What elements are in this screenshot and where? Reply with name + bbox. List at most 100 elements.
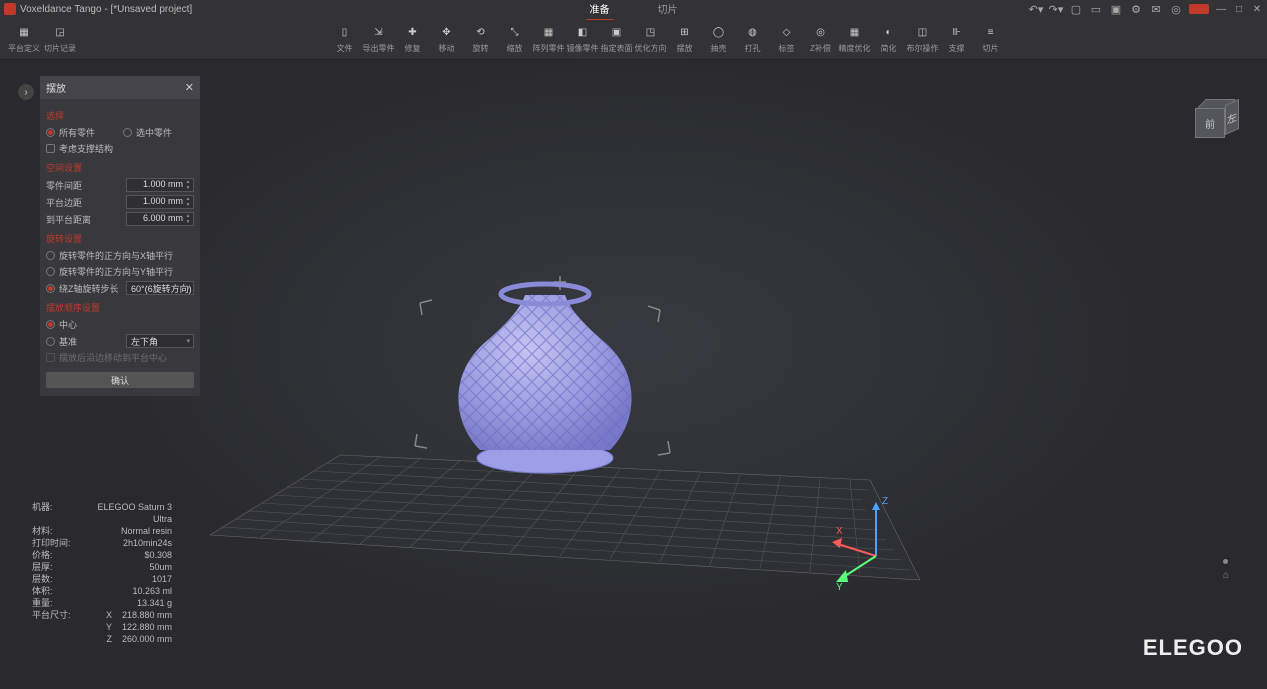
radio-all-parts[interactable]	[46, 128, 55, 137]
redo-icon[interactable]: ↷▾	[1049, 2, 1063, 16]
section-select: 选择	[46, 109, 194, 122]
hollow-icon: ◯	[710, 23, 728, 41]
tool-mirror[interactable]: ◧镜像零件	[567, 20, 599, 58]
settings-icon[interactable]: ⚙	[1129, 2, 1143, 16]
tool-boolean[interactable]: ◫布尔操作	[907, 20, 939, 58]
check-move-after	[46, 353, 55, 362]
input-edge-margin[interactable]: 1.000 mm▲▼	[126, 195, 194, 209]
platform-icon: ▦	[15, 23, 33, 41]
label-icon: ◇	[778, 23, 796, 41]
tool-label[interactable]: ◇标签	[771, 20, 803, 58]
app-title: Voxeldance Tango - [*Unsaved project]	[20, 4, 192, 15]
pack-panel: 摆放 ✕ 选择 所有零件 选中零件 考虑支撑结构 空间设置 零件间距1.000 …	[40, 76, 200, 396]
tool-optimize[interactable]: ◳优化方向	[635, 20, 667, 58]
toolbar-left: ▦平台定义 ◲切片记录	[8, 20, 76, 58]
expand-sidebar-button[interactable]: ›	[18, 84, 34, 100]
check-consider-support[interactable]	[46, 144, 55, 153]
tool-scale[interactable]: ⤡缩放	[499, 20, 531, 58]
tool-hole[interactable]: ◍打孔	[737, 20, 769, 58]
radio-rot-x[interactable]	[46, 251, 55, 260]
radio-order-ref[interactable]	[46, 337, 55, 346]
tool-slice-record[interactable]: ◲切片记录	[44, 20, 76, 58]
slice-icon: ≡	[982, 23, 1000, 41]
view-side-controls: ⌂	[1223, 559, 1229, 581]
info-block: 机器:ELEGOO Saturn 3 Ultra 材料:Normal resin…	[32, 501, 172, 645]
rotate-icon: ⟲	[472, 23, 490, 41]
panel-header: 摆放 ✕	[40, 76, 200, 99]
tool-rotate[interactable]: ⟲旋转	[465, 20, 497, 58]
tool-platform-def[interactable]: ▦平台定义	[8, 20, 40, 58]
tool-support[interactable]: ⊪支撑	[941, 20, 973, 58]
radio-order-center[interactable]	[46, 320, 55, 329]
hole-icon: ◍	[744, 23, 762, 41]
chat-icon[interactable]: ✉	[1149, 2, 1163, 16]
radio-selected-parts[interactable]	[123, 128, 132, 137]
main-tabs: 准备 切片	[586, 0, 682, 20]
close-button[interactable]: ✕	[1251, 3, 1263, 15]
section-space: 空间设置	[46, 161, 194, 174]
tool-accuracy[interactable]: ▦精度优化	[839, 20, 871, 58]
tab-prepare[interactable]: 准备	[586, 0, 614, 20]
zcomp-icon: ◎	[812, 23, 830, 41]
toolbar: ▦平台定义 ◲切片记录 ▯文件 ⇲导出零件 ✚修复 ✥移动 ⟲旋转 ⤡缩放 ▦阵…	[0, 18, 1267, 60]
surface-icon: ▣	[608, 23, 626, 41]
record-icon: ◲	[51, 23, 69, 41]
viewcube-side[interactable]: 左	[1225, 99, 1239, 135]
tool-move[interactable]: ✥移动	[431, 20, 463, 58]
radio-rot-step[interactable]	[46, 284, 55, 293]
section-order: 摆放顺序设置	[46, 301, 194, 314]
view-dot[interactable]	[1223, 559, 1228, 564]
scale-icon: ⤡	[506, 23, 524, 41]
svg-text:X: X	[836, 526, 843, 537]
user-icon[interactable]: ◎	[1169, 2, 1183, 16]
viewcube-front[interactable]: 前	[1195, 108, 1225, 138]
tool-simplify[interactable]: ◐简化	[873, 20, 905, 58]
tool-repair[interactable]: ✚修复	[397, 20, 429, 58]
accuracy-icon: ▦	[846, 23, 864, 41]
select-rot-step[interactable]: 60°(6旋转方向)	[126, 281, 194, 295]
toolbar-main: ▯文件 ⇲导出零件 ✚修复 ✥移动 ⟲旋转 ⤡缩放 ▦阵列零件 ◧镜像零件 ▣指…	[329, 20, 1007, 58]
mirror-icon: ◧	[574, 23, 592, 41]
repair-icon: ✚	[404, 23, 422, 41]
select-order-ref[interactable]: 左下角	[126, 334, 194, 348]
tool-hollow[interactable]: ◯抽壳	[703, 20, 735, 58]
tool-surface[interactable]: ▣指定表面	[601, 20, 633, 58]
view-home-icon[interactable]: ⌂	[1223, 570, 1229, 581]
tool-zcomp[interactable]: ◎Z补偿	[805, 20, 837, 58]
brand-logo: ELEGOO	[1143, 635, 1243, 661]
pack-icon: ⊞	[676, 23, 694, 41]
project-name: - [*Unsaved project]	[104, 4, 192, 15]
tool-file[interactable]: ▯文件	[329, 20, 361, 58]
confirm-button[interactable]: 确认	[46, 372, 194, 388]
build-plate	[210, 455, 920, 580]
radio-rot-y[interactable]	[46, 267, 55, 276]
export-icon: ⇲	[370, 23, 388, 41]
svg-text:Z: Z	[882, 496, 888, 507]
input-platform-dist[interactable]: 6.000 mm▲▼	[126, 212, 194, 226]
new-file-icon[interactable]: ▢	[1069, 2, 1083, 16]
input-part-gap[interactable]: 1.000 mm▲▼	[126, 178, 194, 192]
maximize-button[interactable]: □	[1233, 3, 1245, 15]
optimize-icon: ◳	[642, 23, 660, 41]
file-icon: ▯	[336, 23, 354, 41]
minimize-button[interactable]: —	[1215, 3, 1227, 15]
move-icon: ✥	[438, 23, 456, 41]
section-rotate: 旋转设置	[46, 232, 194, 245]
notification-badge-icon[interactable]	[1189, 4, 1209, 14]
view-cube[interactable]: 前 左	[1195, 100, 1239, 144]
boolean-icon: ◫	[914, 23, 932, 41]
simplify-icon: ◐	[880, 23, 898, 41]
title-bar: Voxeldance Tango - [*Unsaved project] 准备…	[0, 0, 1267, 18]
array-icon: ▦	[540, 23, 558, 41]
tool-export[interactable]: ⇲导出零件	[363, 20, 395, 58]
panel-close-icon[interactable]: ✕	[185, 81, 194, 94]
titlebar-right: ↶▾ ↷▾ ▢ ▭ ▣ ⚙ ✉ ◎ — □ ✕	[1029, 2, 1263, 16]
tool-array[interactable]: ▦阵列零件	[533, 20, 565, 58]
tool-slice[interactable]: ≡切片	[975, 20, 1007, 58]
open-file-icon[interactable]: ▭	[1089, 2, 1103, 16]
tool-pack[interactable]: ⊞摆放	[669, 20, 701, 58]
save-icon[interactable]: ▣	[1109, 2, 1123, 16]
app-logo-icon	[4, 3, 16, 15]
tab-slice[interactable]: 切片	[654, 0, 682, 20]
undo-icon[interactable]: ↶▾	[1029, 2, 1043, 16]
